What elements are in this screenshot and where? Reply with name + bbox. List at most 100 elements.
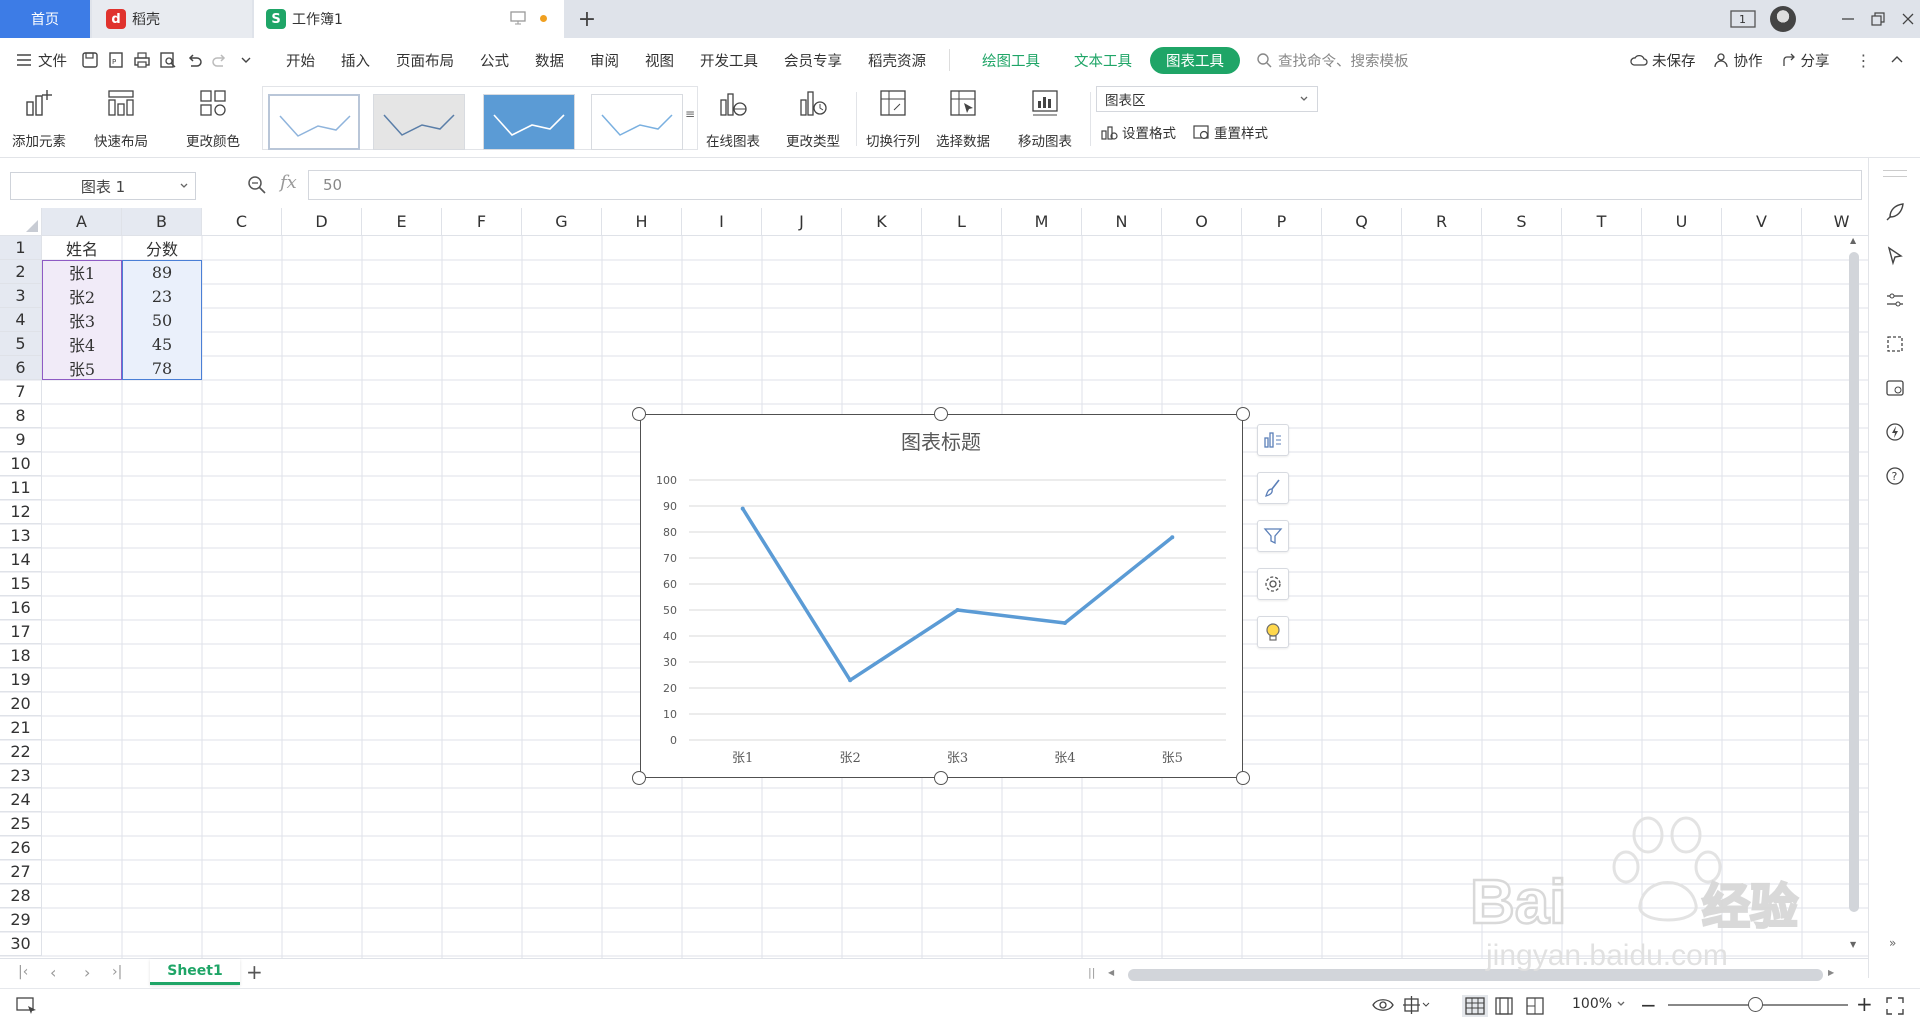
column-header[interactable]: O: [1162, 208, 1242, 236]
chart-settings-button[interactable]: [1257, 568, 1289, 600]
column-header[interactable]: N: [1082, 208, 1162, 236]
page-break-view-icon[interactable]: [1526, 997, 1544, 1015]
row-header[interactable]: 21: [0, 716, 42, 740]
close-icon[interactable]: [1900, 11, 1916, 27]
set-format-button[interactable]: 设置格式: [1100, 122, 1176, 142]
resize-handle-bottom[interactable]: [934, 771, 948, 785]
menu-item-view[interactable]: 视图: [632, 50, 687, 71]
row-header[interactable]: 12: [0, 500, 42, 524]
row-header[interactable]: 17: [0, 620, 42, 644]
macro-record-icon[interactable]: [16, 996, 38, 1014]
chart-style-thumb-4[interactable]: [591, 94, 683, 150]
monitor-icon[interactable]: [510, 11, 526, 25]
row-header[interactable]: 22: [0, 740, 42, 764]
menu-item-drawing-tools[interactable]: 绘图工具: [960, 50, 1062, 71]
row-header[interactable]: 11: [0, 476, 42, 500]
page-layout-view-icon[interactable]: [1495, 997, 1513, 1015]
row-header[interactable]: 27: [0, 860, 42, 884]
row-header[interactable]: 4: [0, 308, 42, 332]
user-avatar[interactable]: [1770, 6, 1796, 32]
menu-item-docer-resources[interactable]: 稻壳资源: [855, 50, 939, 71]
minimize-icon[interactable]: [1840, 11, 1856, 27]
collapse-ribbon-icon[interactable]: [1890, 53, 1904, 67]
chart-filter-button[interactable]: [1257, 520, 1289, 552]
scroll-down-arrow[interactable]: ▼: [1850, 940, 1856, 949]
menu-item-member[interactable]: 会员专享: [771, 50, 855, 71]
row-header[interactable]: 3: [0, 284, 42, 308]
row-header[interactable]: 28: [0, 884, 42, 908]
row-header[interactable]: 16: [0, 596, 42, 620]
crosshair-icon[interactable]: [1403, 996, 1433, 1014]
chart-element-select[interactable]: 图表区: [1096, 86, 1318, 112]
reset-style-button[interactable]: 重置样式: [1192, 122, 1268, 142]
column-header[interactable]: A: [42, 208, 122, 236]
unsaved-button[interactable]: 未保存: [1630, 50, 1696, 71]
hscroll-left-arrow[interactable]: ◀: [1108, 968, 1114, 977]
row-header[interactable]: 2: [0, 260, 42, 284]
menu-item-text-tools[interactable]: 文本工具: [1062, 50, 1144, 71]
data-point[interactable]: [740, 506, 745, 511]
menu-item-developer[interactable]: 开发工具: [687, 50, 771, 71]
select-all-corner[interactable]: [0, 208, 42, 236]
data-point[interactable]: [955, 608, 960, 612]
row-header[interactable]: 25: [0, 812, 42, 836]
file-menu[interactable]: 文件: [0, 50, 77, 71]
sidebar-bottom-arrow[interactable]: »: [1889, 936, 1896, 950]
menu-item-insert[interactable]: 插入: [328, 50, 383, 71]
row-header[interactable]: 18: [0, 644, 42, 668]
help-icon[interactable]: ?: [1883, 464, 1907, 488]
zoom-out-icon[interactable]: −: [1640, 993, 1657, 1017]
add-element-button[interactable]: 添加元素: [12, 86, 66, 150]
header-cell[interactable]: 分数: [122, 236, 202, 260]
cursor-icon[interactable]: [1883, 244, 1907, 268]
menu-item-page-layout[interactable]: 页面布局: [383, 50, 467, 71]
resize-handle-top-left[interactable]: [632, 407, 646, 421]
menu-item-home[interactable]: 开始: [273, 50, 328, 71]
chart-style-thumb-3[interactable]: [483, 94, 575, 150]
restore-icon[interactable]: [1870, 11, 1886, 27]
column-header[interactable]: H: [602, 208, 682, 236]
row-header[interactable]: 10: [0, 452, 42, 476]
zoom-slider[interactable]: [1668, 997, 1848, 1012]
column-header[interactable]: M: [1002, 208, 1082, 236]
adjust-icon[interactable]: [1883, 288, 1907, 312]
formula-input[interactable]: 50: [308, 170, 1862, 200]
print-icon[interactable]: [129, 47, 155, 73]
share-button[interactable]: 分享: [1781, 50, 1830, 71]
vertical-scroll-thumb[interactable]: [1849, 252, 1859, 912]
resize-handle-top-right[interactable]: [1236, 407, 1250, 421]
change-color-button[interactable]: 更改颜色: [186, 86, 240, 150]
row-header[interactable]: 24: [0, 788, 42, 812]
tab-workbook[interactable]: S 工作簿1: [254, 0, 564, 38]
scroll-up-arrow[interactable]: ▲: [1850, 236, 1856, 245]
data-point[interactable]: [1170, 535, 1175, 540]
row-header[interactable]: 13: [0, 524, 42, 548]
quick-layout-button[interactable]: 快速布局: [94, 86, 148, 150]
zoom-level[interactable]: 100%: [1572, 996, 1626, 1012]
export-pdf-icon[interactable]: P: [103, 47, 129, 73]
vertical-scrollbar[interactable]: ▲ ▼: [1846, 236, 1862, 956]
column-header[interactable]: G: [522, 208, 602, 236]
column-header[interactable]: S: [1482, 208, 1562, 236]
menu-item-chart-tools[interactable]: 图表工具: [1150, 46, 1240, 74]
fullscreen-icon[interactable]: [1886, 997, 1904, 1015]
prev-sheet-icon[interactable]: ‹: [50, 963, 56, 982]
chart-elements-button[interactable]: [1257, 424, 1289, 456]
column-header[interactable]: J: [762, 208, 842, 236]
tab-home[interactable]: 首页: [0, 0, 90, 38]
column-header[interactable]: B: [122, 208, 202, 236]
menu-item-data[interactable]: 数据: [522, 50, 577, 71]
menu-item-review[interactable]: 审阅: [577, 50, 632, 71]
redo-icon[interactable]: [207, 47, 233, 73]
column-header[interactable]: Q: [1322, 208, 1402, 236]
resize-handle-bottom-left[interactable]: [632, 771, 646, 785]
select-data-button[interactable]: 选择数据: [936, 86, 990, 150]
chart-suggestion-button[interactable]: [1257, 616, 1289, 648]
data-point[interactable]: [1062, 621, 1067, 625]
row-header[interactable]: 6: [0, 356, 42, 380]
column-header[interactable]: U: [1642, 208, 1722, 236]
add-sheet-icon[interactable]: +: [246, 960, 263, 984]
data-point[interactable]: [848, 678, 853, 683]
row-header[interactable]: 5: [0, 332, 42, 356]
column-header[interactable]: T: [1562, 208, 1642, 236]
